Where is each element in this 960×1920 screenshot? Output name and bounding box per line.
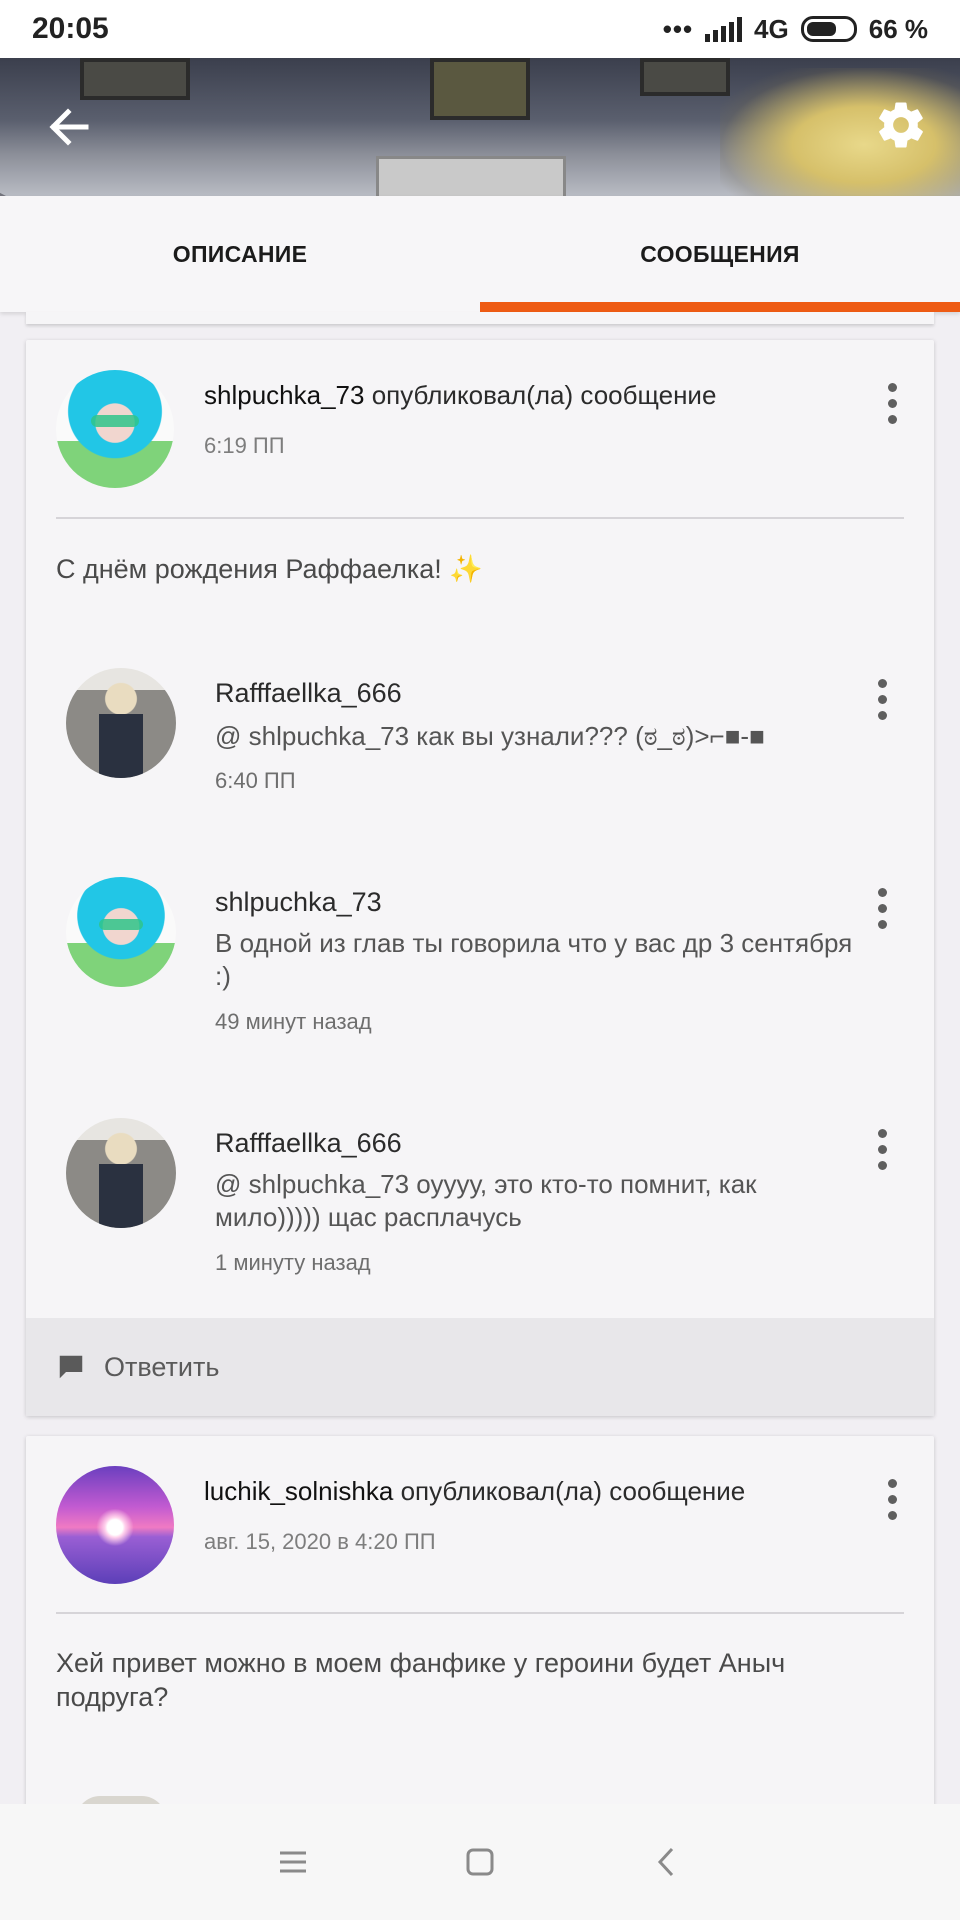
network-type: 4G [754,13,789,44]
comment-time: 1 минуту назад [215,1250,371,1275]
sparkles-icon: ✨ [449,554,483,584]
more-vert-icon [887,382,897,392]
comment-time: 6:40 ПП [215,768,296,793]
comment-text: @ shlpuchka_73 оуууу, это кто-то помнит,… [215,1169,757,1232]
comment-time: 49 минут назад [215,1009,372,1034]
post-card: luchik_solnishka опубликовал(ла) сообщен… [26,1436,934,1836]
post-text: Хей привет можно в моем фанфике у героин… [56,1648,786,1712]
post-author[interactable]: shlpuchka_73 [204,380,364,410]
comment-author[interactable]: Rafffaellka_666 [215,1128,402,1159]
banner-art [376,156,566,196]
gear-icon [879,102,923,148]
notification-dots-icon: ••• [662,13,694,44]
more-vert-icon [887,1478,897,1488]
banner-art [430,58,530,120]
back-button[interactable] [44,102,94,152]
banner-art [640,58,730,96]
comment-bubble-icon [59,1355,83,1379]
header-banner [0,58,960,196]
avatar[interactable] [66,877,176,987]
comment-more-button[interactable] [862,674,902,724]
comment-more-button[interactable] [862,1124,902,1174]
post-header: luchik_solnishka опубликовал(ла) сообщен… [26,1436,934,1614]
home-square-icon [466,1848,494,1876]
reply-label: Ответить [104,1351,220,1382]
more-vert-icon [877,678,887,688]
previous-card-edge [26,312,934,324]
battery-icon [800,16,857,42]
avatar[interactable] [56,370,174,488]
post-header: shlpuchka_73 опубликовал(ла) сообщение 6… [26,340,934,518]
signal-icon [705,16,743,42]
avatar[interactable] [56,1466,174,1584]
post-text: С днём рождения Раффаелка! ✨ [56,552,483,586]
more-options-button[interactable] [872,1474,912,1524]
divider [56,1612,904,1614]
home-button[interactable] [450,1832,510,1892]
post-author-line: luchik_solnishka опубликовал(ла) сообщен… [204,1476,745,1507]
status-bar: 20:05 ••• 4G 66 % [0,0,960,58]
arrow-left-icon [49,108,89,146]
back-chevron-icon [657,1847,673,1877]
more-vert-icon [877,887,887,897]
post-author-line: shlpuchka_73 опубликовал(ла) сообщение [204,380,716,411]
post-time: 6:19 ПП [204,433,285,458]
post-action: опубликовал(ла) сообщение [371,380,717,410]
menu-icon [280,1851,307,1873]
tab-description[interactable]: ОПИСАНИЕ [0,196,480,312]
post-body: С днём рождения Раффаелка! [56,554,442,584]
banner-art [80,58,190,100]
post-action: опубликовал(ла) сообщение [400,1476,746,1506]
more-vert-icon [877,1128,887,1138]
settings-button[interactable] [874,98,928,152]
post-author[interactable]: luchik_solnishka [204,1476,393,1506]
tab-messages[interactable]: СООБЩЕНИЯ [480,196,960,312]
reply-button[interactable]: Ответить [26,1318,934,1416]
menu-button[interactable] [263,1832,323,1892]
system-nav-bar [0,1804,960,1920]
avatar[interactable] [66,1118,176,1228]
comment-text: В одной из глав ты говорила что у вас др… [215,928,853,991]
battery-percent: 66 % [868,13,928,44]
tab-bar: ОПИСАНИЕ СООБЩЕНИЯ [0,196,960,312]
comment-more-button[interactable] [862,883,902,933]
comment-author[interactable]: shlpuchka_73 [215,887,382,918]
more-options-button[interactable] [872,378,912,428]
back-nav-button[interactable] [637,1832,697,1892]
post-time: авг. 15, 2020 в 4:20 ПП [204,1529,436,1554]
status-time: 20:05 [32,12,109,45]
status-indicators: ••• 4G 66 % [663,14,928,45]
comment-author[interactable]: Rafffaellka_666 [215,678,402,709]
avatar[interactable] [66,668,176,778]
post-card: shlpuchka_73 опубликовал(ла) сообщение 6… [26,340,934,1416]
divider [56,517,904,519]
comment-text: @ shlpuchka_73 как вы узнали??? (ಠ_ಠ)>⌐■… [215,721,765,751]
